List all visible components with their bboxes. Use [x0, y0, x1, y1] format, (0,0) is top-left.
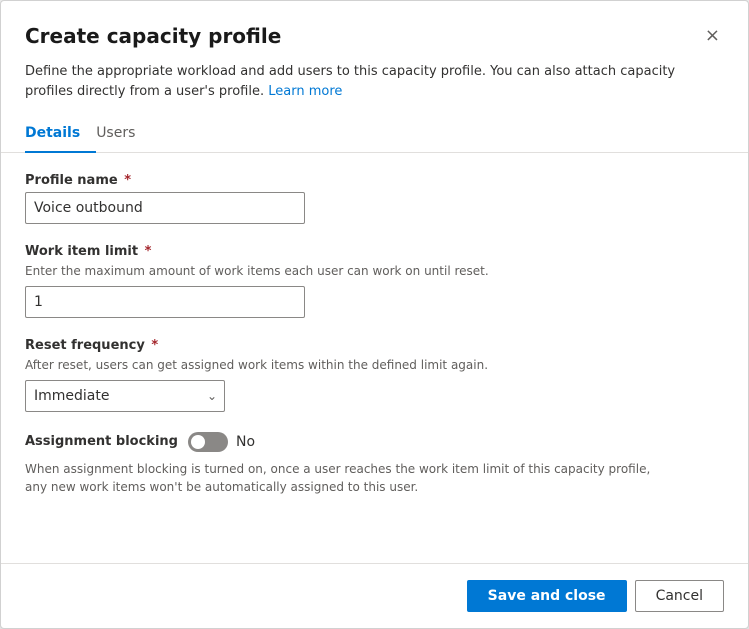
work-item-limit-input[interactable]: 1	[25, 286, 305, 318]
required-star: *	[120, 173, 131, 188]
reset-frequency-hint: After reset, users can get assigned work…	[25, 357, 724, 374]
dialog-footer: Save and close Cancel	[1, 563, 748, 628]
profile-name-input[interactable]: Voice outbound	[25, 192, 305, 224]
dialog-header: Create capacity profile ×	[1, 1, 748, 62]
assignment-blocking-group: Assignment blocking No When assignment b…	[25, 432, 724, 496]
tabs-container: Details Users	[1, 117, 748, 153]
reset-frequency-group: Reset frequency * After reset, users can…	[25, 338, 724, 412]
work-item-limit-hint: Enter the maximum amount of work items e…	[25, 263, 724, 280]
dialog-description: Define the appropriate workload and add …	[1, 62, 748, 117]
dialog-body: Profile name * Voice outbound Work item …	[1, 153, 748, 563]
close-button[interactable]: ×	[701, 21, 724, 50]
cancel-button[interactable]: Cancel	[635, 580, 724, 612]
toggle-wrapper: No	[188, 432, 255, 452]
toggle-thumb	[191, 435, 205, 449]
save-and-close-button[interactable]: Save and close	[467, 580, 627, 612]
dialog-overlay: Create capacity profile × Define the app…	[0, 0, 749, 629]
assignment-blocking-toggle[interactable]	[188, 432, 228, 452]
assignment-blocking-description: When assignment blocking is turned on, o…	[25, 460, 665, 496]
tab-details[interactable]: Details	[25, 117, 96, 153]
assignment-blocking-row: Assignment blocking No	[25, 432, 724, 452]
dialog: Create capacity profile × Define the app…	[0, 0, 749, 629]
required-star-3: *	[147, 338, 158, 353]
reset-frequency-select[interactable]: Immediate Daily Weekly Monthly	[25, 380, 225, 412]
learn-more-link[interactable]: Learn more	[268, 84, 342, 99]
dialog-title: Create capacity profile	[25, 24, 281, 48]
tab-users[interactable]: Users	[96, 117, 151, 153]
profile-name-label: Profile name *	[25, 173, 724, 188]
work-item-limit-group: Work item limit * Enter the maximum amou…	[25, 244, 724, 318]
work-item-limit-label: Work item limit *	[25, 244, 724, 259]
reset-frequency-label: Reset frequency *	[25, 338, 724, 353]
reset-frequency-select-wrapper: Immediate Daily Weekly Monthly ⌄	[25, 380, 225, 412]
toggle-track	[188, 432, 228, 452]
close-icon: ×	[705, 25, 720, 46]
assignment-blocking-label: Assignment blocking	[25, 434, 178, 449]
required-star-2: *	[140, 244, 151, 259]
toggle-status-label: No	[236, 434, 255, 450]
profile-name-group: Profile name * Voice outbound	[25, 173, 724, 224]
